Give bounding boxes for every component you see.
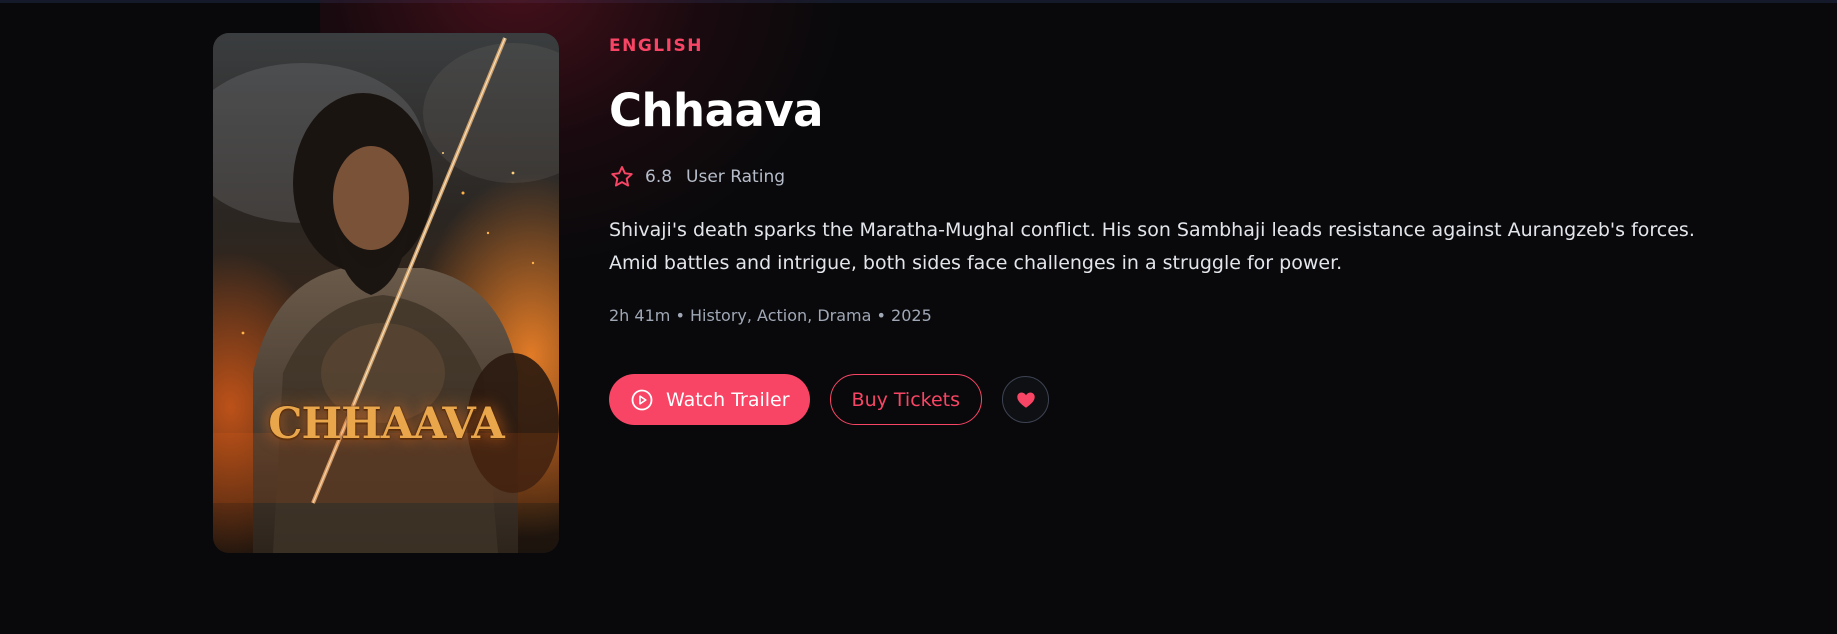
header-edge: [0, 0, 1837, 3]
favorite-button[interactable]: [1002, 376, 1050, 423]
buy-tickets-label: Buy Tickets: [851, 388, 961, 411]
watch-trailer-label: Watch Trailer: [666, 388, 790, 411]
rating-row: 6.8 User Rating: [609, 163, 785, 191]
buy-tickets-button[interactable]: Buy Tickets: [829, 374, 983, 425]
movie-meta: 2h 41m • History, Action, Drama • 2025: [609, 306, 932, 325]
action-buttons: Watch Trailer Buy Tickets: [609, 374, 1050, 425]
watch-trailer-button[interactable]: Watch Trailer: [609, 374, 810, 425]
movie-description: Shivaji's death sparks the Maratha-Mugha…: [609, 214, 1695, 280]
rating-value: 6.8: [645, 167, 673, 187]
heart-icon: [1016, 391, 1035, 408]
description-line: Amid battles and intrigue, both sides fa…: [609, 252, 1343, 274]
poster-artwork: [213, 33, 559, 553]
rating-label: User Rating: [686, 167, 786, 187]
play-circle-icon: [631, 389, 653, 410]
star-icon: [611, 166, 633, 187]
language-label: ENGLISH: [609, 36, 703, 56]
poster-title-text: CHHAAVA: [268, 399, 504, 449]
movie-poster: CHHAAVA: [213, 33, 559, 553]
description-line: Shivaji's death sparks the Maratha-Mugha…: [609, 219, 1695, 241]
movie-title: Chhaava: [609, 84, 824, 137]
movie-details-page: CHHAAVA ENGLISH Chhaava 6.8 User Rating …: [0, 0, 1837, 634]
